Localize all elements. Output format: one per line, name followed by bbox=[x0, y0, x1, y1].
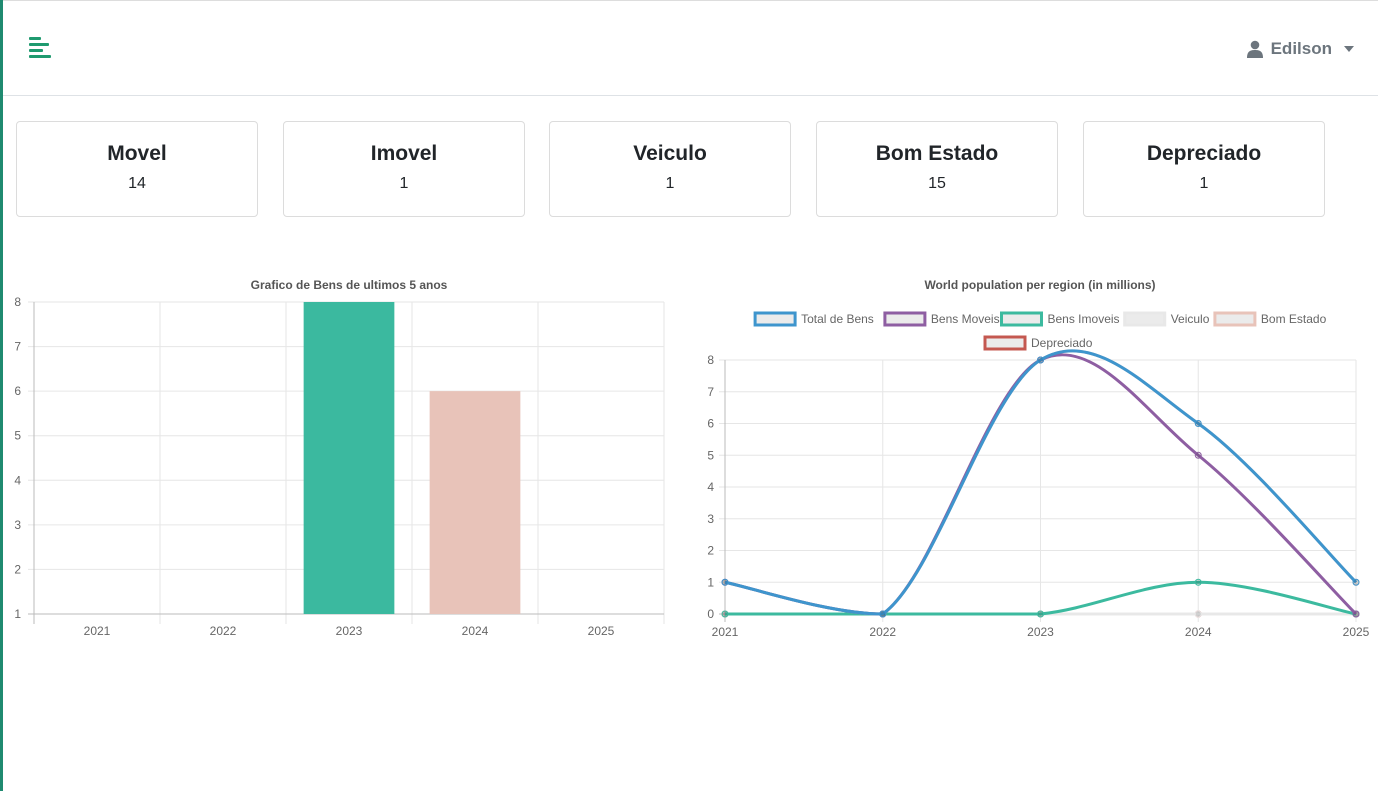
card-title: Imovel bbox=[370, 142, 438, 165]
card-value: 1 bbox=[399, 175, 409, 192]
legend-swatch bbox=[1213, 311, 1257, 327]
y-tick-label: 6 bbox=[707, 417, 714, 431]
data-point bbox=[1194, 451, 1202, 459]
card-value: 1 bbox=[1199, 175, 1209, 192]
y-tick-label: 5 bbox=[707, 448, 714, 462]
user-dropdown[interactable]: Edilson bbox=[1246, 39, 1354, 59]
y-tick-label: 8 bbox=[14, 295, 21, 309]
legend-label: Veiculo bbox=[1171, 312, 1210, 326]
legend-swatch bbox=[1000, 311, 1043, 327]
x-tick-label: 2022 bbox=[210, 624, 237, 638]
data-point bbox=[721, 578, 729, 586]
card-title: Depreciado bbox=[1146, 142, 1262, 165]
card-value: 1 bbox=[665, 175, 675, 192]
bar bbox=[303, 302, 395, 614]
card-value: 15 bbox=[928, 175, 946, 192]
legend-label: Bens Moveis bbox=[931, 312, 1000, 326]
top-navbar: Edilson bbox=[3, 0, 1378, 96]
card-veiculo: Veiculo 1 bbox=[549, 121, 791, 217]
y-tick-label: 1 bbox=[707, 575, 714, 589]
legend-swatch bbox=[883, 311, 927, 327]
y-tick-label: 6 bbox=[14, 384, 21, 398]
y-tick-label: 5 bbox=[14, 429, 21, 443]
x-tick-label: 2024 bbox=[462, 624, 489, 638]
data-point bbox=[1037, 610, 1044, 618]
x-tick-label: 2022 bbox=[869, 625, 896, 639]
y-tick-label: 3 bbox=[14, 518, 21, 532]
data-point bbox=[1194, 578, 1202, 586]
card-imovel: Imovel 1 bbox=[283, 121, 525, 217]
chevron-down-icon bbox=[1344, 46, 1354, 52]
user-icon bbox=[1246, 40, 1263, 58]
legend-swatch bbox=[983, 335, 1027, 351]
y-tick-label: 2 bbox=[707, 544, 714, 558]
x-tick-label: 2023 bbox=[1027, 625, 1054, 639]
card-movel: Movel 14 bbox=[16, 121, 258, 217]
y-tick-label: 3 bbox=[707, 512, 714, 526]
legend-label: Depreciado bbox=[1031, 336, 1093, 350]
y-tick-label: 4 bbox=[707, 480, 714, 494]
card-title: Bom Estado bbox=[875, 142, 999, 165]
y-tick-label: 4 bbox=[14, 473, 21, 487]
legend-label: Bens Imoveis bbox=[1048, 312, 1120, 326]
bar bbox=[429, 391, 521, 614]
line-chart-canvas: World population per region (in millions… bbox=[707, 278, 1370, 639]
card-bom-estado: Bom Estado 15 bbox=[816, 121, 1058, 217]
data-point bbox=[721, 610, 729, 618]
y-tick-label: 0 bbox=[707, 607, 714, 621]
y-tick-label: 1 bbox=[14, 607, 21, 621]
data-point bbox=[879, 610, 887, 618]
line-chart: World population per region (in millions… bbox=[690, 270, 1378, 655]
x-tick-label: 2025 bbox=[1343, 625, 1370, 639]
y-tick-label: 8 bbox=[707, 353, 714, 367]
y-tick-label: 2 bbox=[14, 562, 21, 576]
data-point bbox=[1194, 420, 1202, 427]
legend-label: Bom Estado bbox=[1261, 312, 1327, 326]
legend-swatch bbox=[753, 311, 797, 327]
card-title: Movel bbox=[107, 142, 167, 165]
bars-left-icon bbox=[29, 37, 51, 58]
legend-swatch bbox=[1123, 311, 1167, 327]
x-tick-label: 2024 bbox=[1185, 625, 1212, 639]
y-tick-label: 7 bbox=[707, 385, 714, 399]
bar-chart-canvas: Grafico de Bens de ultimos 5 anos 1 2 3 4 5 6 7… bbox=[14, 278, 665, 638]
user-name: Edilson bbox=[1270, 39, 1332, 58]
chart-title: World population per region (in millions… bbox=[924, 278, 1155, 292]
data-point bbox=[1194, 610, 1202, 618]
data-point bbox=[1352, 610, 1360, 618]
y-tick-label: 7 bbox=[14, 340, 21, 354]
card-value: 14 bbox=[128, 175, 146, 192]
data-point bbox=[1037, 356, 1044, 364]
data-point bbox=[1352, 578, 1360, 586]
card-title: Veiculo bbox=[633, 142, 707, 165]
card-depreciado: Depreciado 1 bbox=[1083, 121, 1325, 217]
x-tick-label: 2021 bbox=[84, 624, 111, 638]
chart-title: Grafico de Bens de ultimos 5 anos bbox=[251, 278, 448, 292]
x-tick-label: 2023 bbox=[336, 624, 363, 638]
legend-label: Total de Bens bbox=[801, 312, 874, 326]
menu-toggle-button[interactable] bbox=[27, 35, 57, 65]
bar-chart: Grafico de Bens de ultimos 5 anos 1 2 3 4 5 6 7… bbox=[0, 270, 680, 655]
x-tick-label: 2021 bbox=[712, 625, 739, 639]
x-tick-label: 2025 bbox=[588, 624, 615, 638]
